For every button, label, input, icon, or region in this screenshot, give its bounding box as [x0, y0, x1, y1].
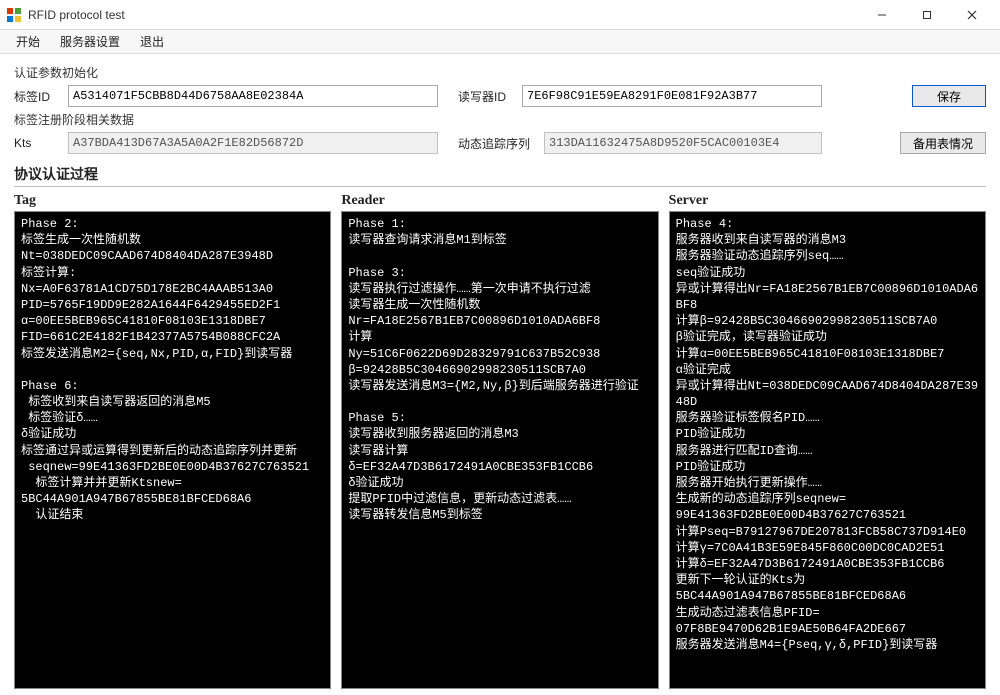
auth-params-title: 认证参数初始化	[14, 64, 986, 81]
dts-readonly	[544, 132, 822, 154]
server-column: Server Phase 4: 服务器收到来自读写器的消息M3 服务器验证动态追…	[669, 193, 986, 689]
minimize-button[interactable]	[859, 0, 904, 30]
tag-id-label: 标签ID	[14, 88, 62, 105]
titlebar: RFID protocol test	[0, 0, 1000, 30]
reader-column-title: Reader	[341, 193, 658, 209]
reg-phase-group: 标签注册阶段相关数据 Kts 动态追踪序列 备用表情况	[14, 111, 986, 154]
tag-id-input[interactable]	[68, 85, 438, 107]
window-title: RFID protocol test	[28, 8, 125, 22]
process-divider	[14, 186, 986, 187]
dts-label: 动态追踪序列	[458, 135, 538, 152]
tag-console: Phase 2: 标签生成一次性随机数 Nt=038DEDC09CAAD674D…	[14, 211, 331, 689]
tag-column: Tag Phase 2: 标签生成一次性随机数 Nt=038DEDC09CAAD…	[14, 193, 331, 689]
main-content: 认证参数初始化 标签ID 读写器ID 保存 标签注册阶段相关数据 Kts 动态追…	[0, 54, 1000, 695]
auth-params-group: 认证参数初始化 标签ID 读写器ID 保存	[14, 64, 986, 107]
backup-table-button[interactable]: 备用表情况	[900, 132, 986, 154]
kts-readonly	[68, 132, 438, 154]
window-buttons	[859, 0, 994, 30]
process-columns: Tag Phase 2: 标签生成一次性随机数 Nt=038DEDC09CAAD…	[14, 193, 986, 689]
tag-column-title: Tag	[14, 193, 331, 209]
reg-phase-title: 标签注册阶段相关数据	[14, 111, 986, 128]
menu-exit[interactable]: 退出	[130, 30, 174, 53]
server-console: Phase 4: 服务器收到来自读写器的消息M3 服务器验证动态追踪序列seq……	[669, 211, 986, 689]
reader-id-input[interactable]	[522, 85, 822, 107]
save-button[interactable]: 保存	[912, 85, 986, 107]
app-icon	[6, 7, 22, 23]
kts-label: Kts	[14, 136, 62, 150]
menu-start[interactable]: 开始	[6, 30, 50, 53]
menu-server-settings[interactable]: 服务器设置	[50, 30, 130, 53]
reader-id-label: 读写器ID	[458, 88, 516, 105]
maximize-button[interactable]	[904, 0, 949, 30]
server-column-title: Server	[669, 193, 986, 209]
process-header: 协议认证过程	[14, 164, 986, 184]
reader-column: Reader Phase 1: 读写器查询请求消息M1到标签 Phase 3: …	[341, 193, 658, 689]
menubar: 开始 服务器设置 退出	[0, 30, 1000, 54]
close-button[interactable]	[949, 0, 994, 30]
reader-console: Phase 1: 读写器查询请求消息M1到标签 Phase 3: 读写器执行过滤…	[341, 211, 658, 689]
